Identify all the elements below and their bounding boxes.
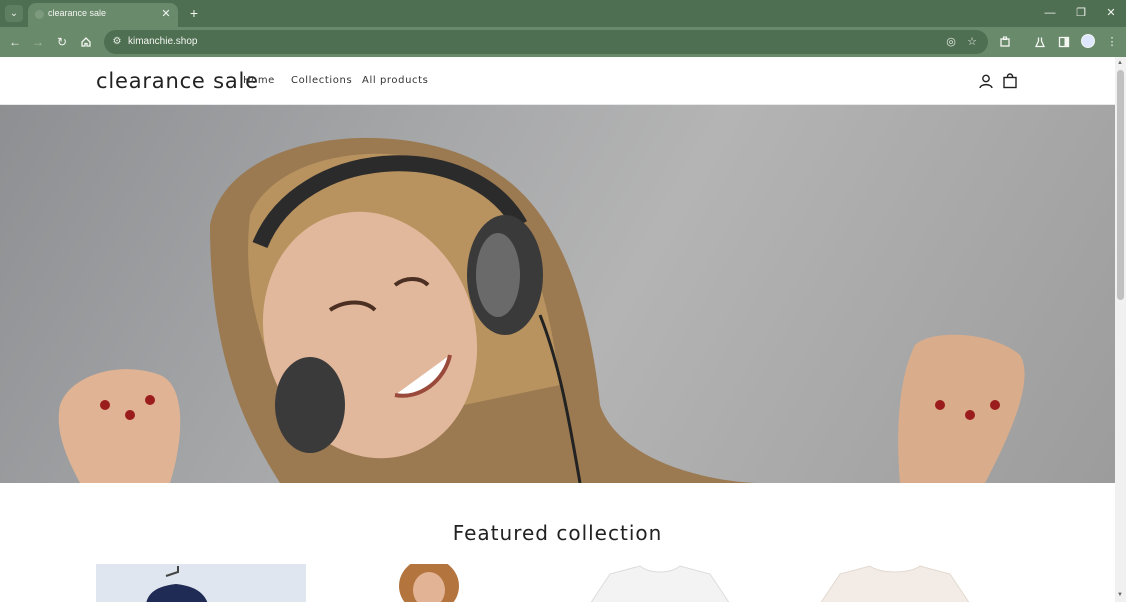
store-header: clearance sale Home Collections All prod…: [0, 57, 1115, 105]
forward-arrow-icon: →: [32, 35, 44, 49]
home-button[interactable]: [78, 34, 94, 50]
scroll-up-icon[interactable]: ▲: [1117, 60, 1123, 66]
product-card-2[interactable]: [373, 564, 523, 602]
account-button[interactable]: [978, 73, 994, 89]
store-logo[interactable]: clearance sale: [96, 69, 259, 93]
labs-button[interactable]: [1032, 34, 1048, 50]
restore-button[interactable]: ❐: [1073, 6, 1089, 20]
side-panel-icon: [1058, 36, 1070, 48]
chevron-down-icon: ⌄: [9, 8, 19, 19]
product-image-tshirt-white: [590, 565, 730, 602]
hero-banner-image: [0, 105, 1115, 483]
url-text[interactable]: kimanchie.shop: [128, 36, 197, 47]
flask-icon: [1034, 37, 1046, 48]
close-window-button[interactable]: ✕: [1103, 6, 1119, 20]
account-icon: [979, 74, 993, 89]
home-icon: [81, 37, 91, 47]
address-bar[interactable]: ⚙ kimanchie.shop ◎ ☆: [104, 30, 988, 54]
product-image-model: [399, 564, 459, 602]
close-icon[interactable]: ✕: [159, 7, 173, 21]
product-card-4[interactable]: [815, 564, 975, 602]
reload-icon: ↻: [56, 35, 68, 49]
browser-toolbar: ← → ↻ ⚙ kimanchie.shop ◎ ☆ ⋮: [0, 27, 1126, 57]
product-image-tshirt-cream: [820, 565, 970, 602]
shopping-bag-icon: [1003, 73, 1017, 89]
eye-off-icon[interactable]: ◎: [944, 35, 958, 49]
reload-button[interactable]: ↻: [54, 34, 70, 50]
featured-collection-title: Featured collection: [452, 521, 663, 545]
scrollbar-thumb[interactable]: [1117, 70, 1124, 300]
site-settings-icon[interactable]: ⚙: [110, 35, 124, 49]
hero-illustration: [58, 137, 1025, 483]
browser-tab-bar: ⌄ clearance sale ✕ + — ❐ ✕: [0, 0, 1126, 27]
restore-icon: ❐: [1076, 7, 1086, 19]
side-panel-button[interactable]: [1056, 34, 1072, 50]
new-tab-button[interactable]: +: [186, 5, 202, 21]
webpage: clearance sale Home Collections All prod…: [0, 57, 1115, 602]
browser-tab[interactable]: clearance sale ✕: [28, 3, 178, 27]
browser-menu-button[interactable]: ⋮: [1104, 34, 1120, 50]
star-icon[interactable]: ☆: [965, 35, 979, 49]
product-image-shirt: [146, 566, 208, 602]
extensions-button[interactable]: [997, 34, 1013, 50]
tab-search-button[interactable]: ⌄: [5, 5, 23, 22]
tab-title: clearance sale: [48, 8, 107, 18]
scroll-down-icon[interactable]: ▼: [1117, 592, 1123, 598]
nav-home[interactable]: Home: [243, 75, 275, 86]
profile-avatar[interactable]: [1081, 34, 1095, 48]
kebab-menu-icon: ⋮: [1106, 36, 1118, 48]
minimize-button[interactable]: —: [1042, 6, 1058, 20]
product-card-3[interactable]: [580, 564, 740, 602]
close-icon: ✕: [1106, 7, 1116, 19]
nav-all-products[interactable]: All products: [362, 75, 428, 86]
favicon-icon: [35, 10, 44, 19]
product-card-1[interactable]: [96, 564, 306, 602]
minimize-icon: —: [1044, 7, 1056, 19]
puzzle-icon: [1000, 36, 1010, 47]
plus-icon: +: [189, 5, 199, 21]
back-button[interactable]: ←: [7, 34, 23, 50]
forward-button[interactable]: →: [30, 34, 46, 50]
back-arrow-icon: ←: [9, 35, 21, 49]
cart-button[interactable]: [1002, 73, 1018, 89]
nav-collections[interactable]: Collections: [291, 75, 352, 86]
